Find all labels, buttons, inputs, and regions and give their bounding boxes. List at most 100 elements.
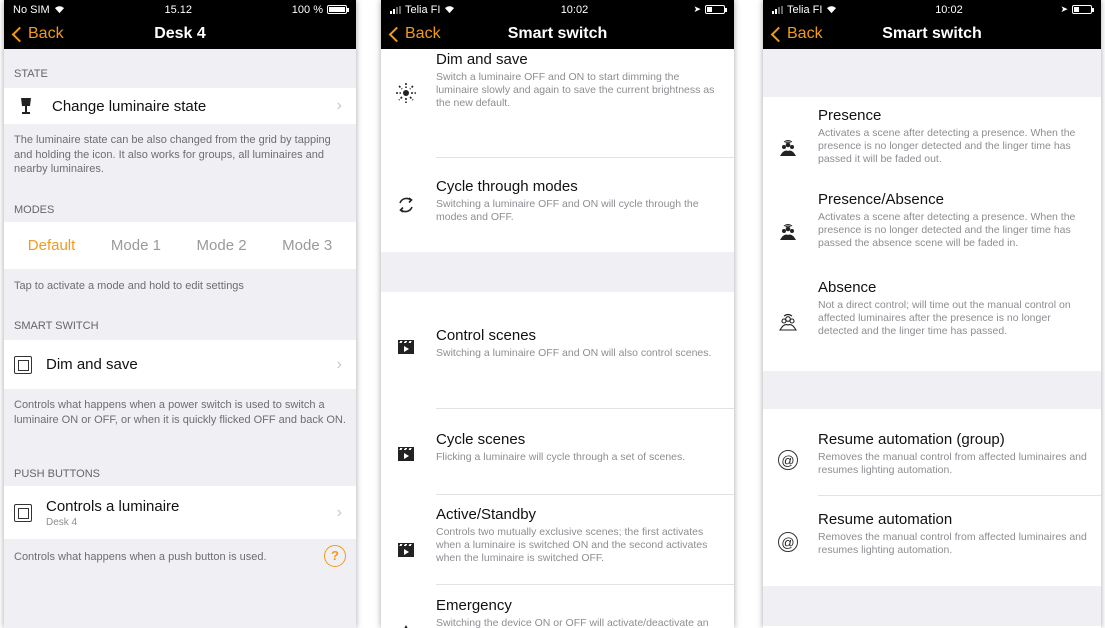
mode-3[interactable]: Mode 3 <box>282 237 332 254</box>
option-title: Active/Standby <box>436 506 537 523</box>
section-header-state: STATE <box>14 68 48 80</box>
sun-dim-icon <box>395 82 417 104</box>
section-gap <box>763 586 1101 626</box>
option-emergency[interactable]: Emergency Switching the device ON or OFF… <box>381 585 734 628</box>
location-icon: ➤ <box>1060 4 1068 14</box>
chevron-left-icon <box>11 26 28 42</box>
option-title: Cycle scenes <box>436 431 526 448</box>
back-button[interactable]: Back <box>387 19 441 49</box>
option-dim-and-save[interactable]: Dim and save Switch a luminaire OFF and … <box>381 49 734 158</box>
mode-1[interactable]: Mode 1 <box>111 237 161 254</box>
option-description: Switch a luminaire OFF and ON to start d… <box>436 71 715 109</box>
nav-bar: Back Smart switch <box>763 19 1101 49</box>
option-title: Resume automation (group) <box>818 431 1005 448</box>
carrier-label: Telia FI <box>405 3 441 16</box>
warning-triangle-icon <box>395 621 417 628</box>
help-icon[interactable]: ? <box>324 545 346 567</box>
cycle-arrows-icon <box>395 194 417 216</box>
section-gap <box>763 371 1101 409</box>
cell-subtitle: Desk 4 <box>46 516 78 528</box>
lamp-icon <box>21 98 31 114</box>
option-control-scenes[interactable]: Control scenes Switching a luminaire OFF… <box>381 292 734 409</box>
smart-switch-cell[interactable]: Dim and save › <box>4 340 356 389</box>
option-title: Resume automation <box>818 511 953 528</box>
back-label: Back <box>405 25 441 42</box>
option-resume-automation[interactable]: @ Resume automation Removes the manual c… <box>763 496 1101 586</box>
option-title: Emergency <box>436 597 512 614</box>
mode-2[interactable]: Mode 2 <box>197 237 247 254</box>
option-title: Cycle through modes <box>436 178 578 195</box>
push-button-icon <box>14 503 32 522</box>
switch-icon <box>14 355 32 374</box>
nav-bar: Back Smart switch <box>381 19 734 49</box>
option-presence[interactable]: Presence Activates a scene after detecti… <box>763 97 1101 191</box>
option-description: Removes the manual control from affected… <box>818 531 1087 556</box>
status-bar: Telia FI 10:02 ➤ <box>381 0 734 19</box>
state-note: The luminaire state can be also changed … <box>14 134 331 175</box>
option-absence[interactable]: Absence Not a direct control; will time … <box>763 279 1101 371</box>
clock: 15.12 <box>164 3 192 16</box>
option-active-standby[interactable]: Active/Standby Controls two mutually exc… <box>381 495 734 585</box>
option-title: Presence <box>818 107 882 124</box>
wifi-icon <box>54 6 64 14</box>
push-buttons-note: Controls what happens when a push button… <box>4 539 356 567</box>
modes-segmented-control: Default Mode 1 Mode 2 Mode 3 <box>4 222 356 269</box>
clock: 10:02 <box>935 3 963 16</box>
cell-label: Change luminaire state <box>52 97 207 115</box>
page-title: Desk 4 <box>154 25 206 42</box>
section-gap <box>381 252 734 292</box>
change-luminaire-state-cell[interactable]: Change luminaire state › <box>4 88 356 124</box>
option-description: Switching a luminaire OFF and ON will cy… <box>436 198 699 223</box>
at-sign-icon: @ <box>777 449 799 471</box>
clapperboard-icon <box>395 443 417 465</box>
smart-switch-note: Controls what happens when a power switc… <box>14 399 346 426</box>
option-resume-automation-group[interactable]: @ Resume automation (group) Removes the … <box>763 409 1101 496</box>
carrier-label: Telia FI <box>787 3 823 16</box>
at-symbol: @ <box>778 450 798 470</box>
option-title: Control scenes <box>436 327 537 344</box>
phone-desk-settings: No SIM 15.12 100 % Back Desk 4 STATE Cha… <box>4 0 356 628</box>
mode-default[interactable]: Default <box>28 237 76 254</box>
clock: 10:02 <box>560 3 589 16</box>
location-icon: ➤ <box>693 4 701 14</box>
clapperboard-icon <box>395 539 417 561</box>
push-button-cell[interactable]: Controls a luminaire Desk 4 › <box>4 486 356 539</box>
back-label: Back <box>28 25 64 42</box>
battery-percent: 100 % <box>291 3 323 16</box>
chevron-right-icon: › <box>336 355 342 373</box>
battery-icon <box>704 5 727 14</box>
status-bar: No SIM 15.12 100 % <box>4 0 356 19</box>
chevron-left-icon <box>770 26 787 42</box>
battery-icon <box>326 5 349 14</box>
option-cycle-scenes[interactable]: Cycle scenes Flicking a luminaire will c… <box>381 409 734 495</box>
option-description: Switching the device ON or OFF will acti… <box>436 617 709 628</box>
wifi-icon <box>445 6 455 14</box>
section-gap <box>763 49 1101 97</box>
signal-icon <box>772 5 783 14</box>
option-presence-absence[interactable]: Presence/Absence Activates a scene after… <box>763 191 1101 279</box>
option-description: Flicking a luminaire will cycle through … <box>436 451 686 463</box>
option-description: Controls two mutually exclusive scenes; … <box>436 526 708 564</box>
phone-smart-switch-list: Telia FI 10:02 ➤ Back Smart switch Dim a… <box>381 0 734 628</box>
section-header-push-buttons: PUSH BUTTONS <box>14 468 100 480</box>
page-title: Smart switch <box>507 25 608 42</box>
back-button[interactable]: Back <box>10 19 64 49</box>
carrier-label: No SIM <box>13 3 50 16</box>
people-presence-icon <box>777 137 799 159</box>
nav-bar: Back Desk 4 <box>4 19 356 49</box>
modes-note: Tap to activate a mode and hold to edit … <box>14 280 244 292</box>
back-button[interactable]: Back <box>769 19 823 49</box>
option-description: Switching a luminaire OFF and ON will al… <box>436 347 712 359</box>
wifi-icon <box>827 6 837 14</box>
people-presence-absence-icon <box>777 221 799 243</box>
chevron-left-icon <box>388 26 405 42</box>
section-header-modes: MODES <box>14 204 55 216</box>
battery-icon <box>1071 5 1094 14</box>
cell-label: Controls a luminaire <box>46 497 180 515</box>
at-symbol: @ <box>778 532 798 552</box>
option-cycle-through-modes[interactable]: Cycle through modes Switching a luminair… <box>381 158 734 252</box>
option-title: Presence/Absence <box>818 191 944 208</box>
option-description: Activates a scene after detecting a pres… <box>818 211 1076 249</box>
signal-icon <box>390 5 401 14</box>
chevron-right-icon: › <box>336 97 342 114</box>
